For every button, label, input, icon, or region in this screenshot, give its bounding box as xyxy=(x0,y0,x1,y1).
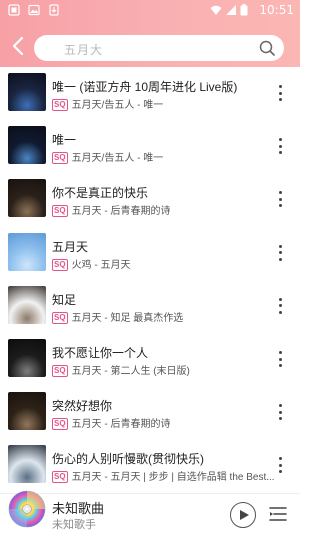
album-cover xyxy=(8,73,46,111)
song-meta: SQ 五月天 - 后青春期的诗 xyxy=(52,202,171,218)
more-options-icon[interactable] xyxy=(272,347,288,371)
now-playing-artist: 未知歌手 xyxy=(52,519,96,531)
download-icon xyxy=(49,4,59,16)
quality-badge: SQ xyxy=(52,311,68,324)
quality-badge: SQ xyxy=(52,418,68,431)
more-options-icon[interactable] xyxy=(272,134,288,158)
status-time: 10:51 xyxy=(259,3,294,17)
quality-badge: SQ xyxy=(52,99,68,111)
song-title: 唯一 (诺亚方舟 10周年进化 Live版) xyxy=(52,80,238,94)
playlist-queue-icon[interactable] xyxy=(268,504,288,524)
song-row[interactable]: 突然好想你 SQ 五月天 - 后青春期的诗 xyxy=(0,386,300,439)
quality-badge: SQ xyxy=(52,152,68,165)
song-meta: SQ 五月天 - 第二人生 (末日版) xyxy=(52,362,190,377)
song-artist-album: 五月天 - 五月天 | 步步 | 自选作品辑 the Best... xyxy=(71,472,274,484)
song-artist-album: 五月天/告五人 - 唯一 xyxy=(71,100,164,111)
status-bar: 10:51 xyxy=(0,0,300,22)
more-options-icon[interactable] xyxy=(272,241,288,265)
song-artist-album: 五月天/告五人 - 唯一 xyxy=(71,153,164,165)
song-meta: SQ 火鸡 - 五月天 xyxy=(52,256,130,271)
song-title: 伤心的人别听慢歌(贯彻快乐) xyxy=(52,452,204,467)
song-row[interactable]: 伤心的人别听慢歌(贯彻快乐) SQ 五月天 - 五月天 | 步步 | 自选作品辑 t… xyxy=(0,439,300,492)
more-options-icon[interactable] xyxy=(272,81,288,105)
song-title: 我不愿让你一个人 xyxy=(52,346,149,360)
app-header: 10:51 五月大 xyxy=(0,0,300,67)
song-artist-album: 五月天 - 后青春期的诗 xyxy=(71,419,171,431)
song-artist-album: 五月天 - 后青春期的诗 xyxy=(71,206,171,218)
quality-badge: SQ xyxy=(52,471,68,484)
song-row[interactable]: 我不愿让你一个人 SQ 五月天 - 第二人生 (末日版) xyxy=(0,333,300,386)
more-options-icon[interactable] xyxy=(272,400,288,424)
search-icon[interactable] xyxy=(258,39,276,57)
song-title: 五月天 xyxy=(52,239,89,254)
song-row[interactable]: 知足 SQ 五月天 - 知足 最真杰作选 xyxy=(0,280,300,333)
search-query[interactable]: 五月大 xyxy=(64,41,103,58)
album-cover xyxy=(8,126,46,165)
song-artist-album: 五月天 - 知足 最真杰作选 xyxy=(71,312,184,324)
album-cover xyxy=(8,445,46,484)
now-playing-title: 未知歌曲 xyxy=(52,501,105,516)
back-arrow-icon[interactable] xyxy=(8,34,30,58)
more-options-icon[interactable] xyxy=(272,294,288,318)
song-meta: SQ 五月天/告五人 - 唯一 xyxy=(52,149,164,165)
song-title: 知足 xyxy=(52,292,77,307)
album-cover xyxy=(8,285,46,324)
quality-badge: SQ xyxy=(52,258,68,271)
song-meta: SQ 五月天 - 五月天 | 步步 | 自选作品辑 the Best... xyxy=(52,468,274,484)
notification-icon xyxy=(8,4,20,16)
song-title: 唯一 xyxy=(52,133,77,148)
song-meta: SQ 五月天/告五人 - 唯一 xyxy=(52,96,163,111)
quality-badge: SQ xyxy=(52,205,68,218)
battery-icon xyxy=(240,4,248,16)
more-options-icon[interactable] xyxy=(272,453,288,477)
wifi-icon xyxy=(210,5,222,15)
quality-badge: SQ xyxy=(52,365,68,377)
album-cover xyxy=(8,339,46,377)
song-meta: SQ 五月天 - 知足 最真杰作选 xyxy=(52,309,183,324)
more-options-icon[interactable] xyxy=(272,187,288,211)
search-input[interactable]: 五月大 xyxy=(34,35,284,61)
mini-player[interactable]: 未知歌曲 未知歌手 xyxy=(0,490,300,533)
image-icon xyxy=(28,4,40,16)
album-disc-icon[interactable] xyxy=(8,490,46,528)
album-cover xyxy=(8,179,46,218)
song-title: 你不是真正的快乐 xyxy=(52,186,149,201)
song-meta: SQ 五月天 - 后青春期的诗 xyxy=(52,415,171,431)
song-row[interactable]: 唯一 SQ 五月天/告五人 - 唯一 xyxy=(0,120,300,173)
signal-icon xyxy=(226,5,236,15)
play-icon xyxy=(240,510,249,520)
play-button[interactable] xyxy=(230,502,256,528)
song-row[interactable]: 你不是真正的快乐 SQ 五月天 - 后青春期的诗 xyxy=(0,173,300,226)
song-row[interactable]: 五月天 SQ 火鸡 - 五月天 xyxy=(0,227,300,280)
song-artist-album: 火鸡 - 五月天 xyxy=(71,259,131,271)
song-artist-album: 五月天 - 第二人生 (末日版) xyxy=(71,366,190,377)
song-list: 唯一 (诺亚方舟 10周年进化 Live版) SQ 五月天/告五人 - 唯一 唯一 SQ… xyxy=(0,67,300,493)
album-cover xyxy=(8,392,46,431)
song-row[interactable]: 唯一 (诺亚方舟 10周年进化 Live版) SQ 五月天/告五人 - 唯一 xyxy=(0,67,300,120)
album-cover xyxy=(8,232,46,271)
song-title: 突然好想你 xyxy=(52,399,113,414)
search-bar-row: 五月大 xyxy=(0,30,300,64)
